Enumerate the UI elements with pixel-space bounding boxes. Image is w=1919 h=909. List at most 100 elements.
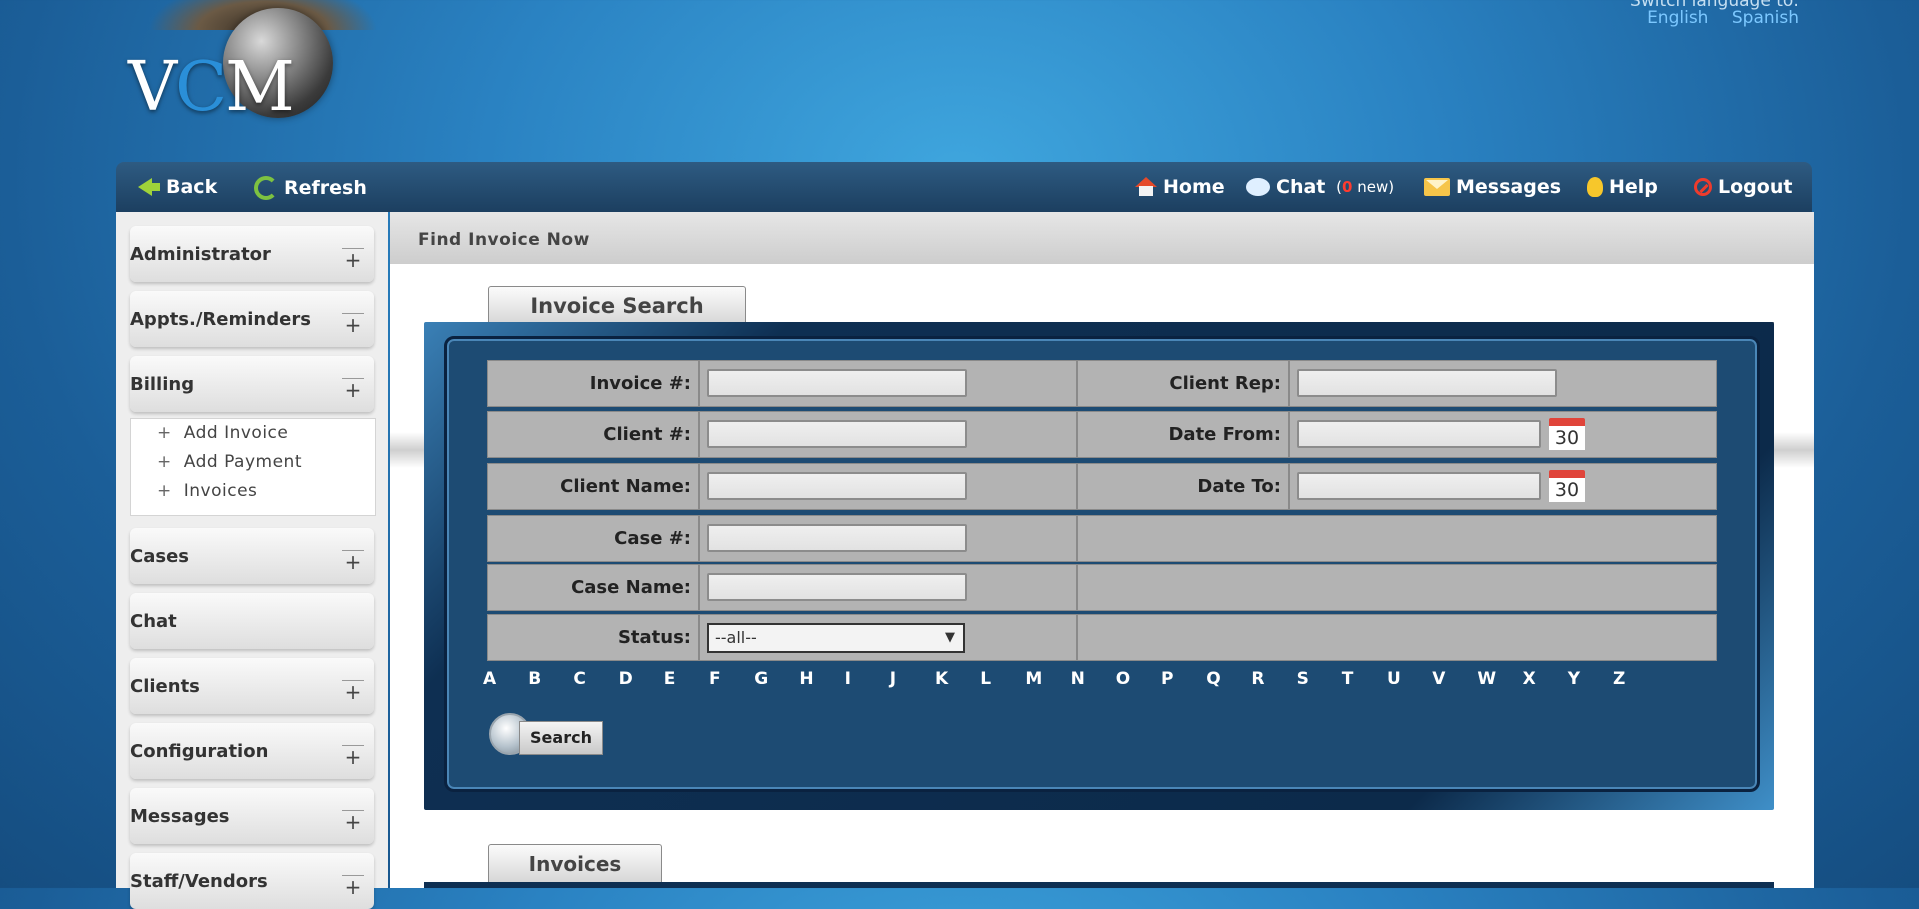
search-button[interactable]: Search: [489, 713, 609, 757]
alpha-link-g[interactable]: G: [754, 669, 768, 689]
form-row: Client #: Date From: 30: [487, 411, 1725, 459]
chat-new-count: (0 new): [1331, 178, 1395, 196]
alpha-link-l[interactable]: L: [980, 669, 991, 689]
date-from-input[interactable]: [1297, 420, 1541, 448]
status-select[interactable]: --all-- ▼: [707, 623, 965, 653]
submenu-add-payment[interactable]: + Add Payment: [157, 448, 401, 477]
label-cell: Invoice #:: [487, 360, 699, 407]
logout-icon: [1694, 178, 1712, 196]
alpha-link-n[interactable]: N: [1071, 669, 1085, 689]
invoices-header-bar: [424, 882, 1774, 888]
sidebar-item-configuration[interactable]: Configuration +: [130, 723, 374, 779]
search-form-frame: Invoice #: Client Rep: Client #: Date Fr…: [424, 322, 1774, 810]
expand-plus-icon[interactable]: +: [342, 378, 364, 401]
sidebar-item-label: Messages: [130, 806, 230, 827]
alpha-link-b[interactable]: B: [528, 669, 541, 689]
help-label: Help: [1609, 176, 1658, 198]
messages-label: Messages: [1456, 176, 1562, 198]
tab-invoice-search[interactable]: Invoice Search: [488, 286, 746, 325]
page-title-bar: Find Invoice Now: [390, 212, 1814, 264]
label-cell: Status:: [487, 614, 699, 661]
alpha-link-h[interactable]: H: [799, 669, 813, 689]
submenu-add-invoice[interactable]: + Add Invoice: [157, 419, 401, 448]
alpha-link-f[interactable]: F: [709, 669, 721, 689]
alpha-link-x[interactable]: X: [1523, 669, 1536, 689]
sidebar-item-messages[interactable]: Messages +: [130, 788, 374, 844]
alpha-link-v[interactable]: V: [1432, 669, 1445, 689]
input-cell: [699, 463, 1077, 510]
expand-plus-icon[interactable]: +: [342, 875, 364, 898]
help-link[interactable]: Help: [1587, 176, 1658, 198]
language-switch: Switch language to: English Spanish: [1629, 0, 1799, 28]
form-row: Status: --all-- ▼: [487, 614, 1725, 662]
case-number-input[interactable]: [707, 524, 967, 552]
main-panel: Find Invoice Now Invoice Search Invoice …: [390, 212, 1814, 888]
alpha-link-z[interactable]: Z: [1613, 669, 1625, 689]
case-name-label: Case Name:: [571, 577, 691, 598]
sidebar: Administrator + Appts./Reminders + Billi…: [116, 212, 388, 909]
vcm-logo: VCM: [128, 0, 378, 127]
empty-cell: [1077, 564, 1717, 611]
sidebar-item-clients[interactable]: Clients +: [130, 658, 374, 714]
submenu-invoices[interactable]: + Invoices: [157, 477, 401, 506]
sidebar-item-billing[interactable]: Billing +: [130, 356, 374, 412]
page-title: Find Invoice Now: [418, 230, 590, 250]
client-number-label: Client #:: [603, 424, 691, 445]
input-cell: --all-- ▼: [699, 614, 1077, 661]
logout-link[interactable]: Logout: [1694, 176, 1792, 198]
expand-plus-icon[interactable]: +: [342, 810, 364, 833]
tab-invoices[interactable]: Invoices: [488, 844, 662, 883]
alpha-link-u[interactable]: U: [1387, 669, 1401, 689]
calendar-icon[interactable]: 30: [1549, 470, 1585, 504]
home-link[interactable]: Home: [1135, 176, 1225, 198]
client-number-input[interactable]: [707, 420, 967, 448]
alpha-link-a[interactable]: A: [483, 669, 496, 689]
language-spanish-link[interactable]: Spanish: [1732, 8, 1799, 28]
alpha-link-e[interactable]: E: [664, 669, 676, 689]
label-cell: Date From:: [1077, 411, 1289, 458]
alpha-link-d[interactable]: D: [619, 669, 633, 689]
client-rep-input[interactable]: [1297, 369, 1557, 397]
alpha-link-w[interactable]: W: [1477, 669, 1496, 689]
sidebar-item-cases[interactable]: Cases +: [130, 528, 374, 584]
sidebar-item-staff-vendors[interactable]: Staff/Vendors +: [130, 853, 374, 909]
alpha-link-c[interactable]: C: [573, 669, 585, 689]
form-row: Case Name:: [487, 564, 1725, 612]
back-arrow-icon: [138, 178, 160, 196]
sidebar-item-label: Configuration: [130, 741, 269, 762]
date-to-label: Date To:: [1197, 476, 1281, 497]
sidebar-item-label: Clients: [130, 676, 200, 697]
expand-plus-icon[interactable]: +: [342, 248, 364, 271]
alpha-link-p[interactable]: P: [1161, 669, 1173, 689]
back-button[interactable]: Back: [138, 176, 217, 198]
sidebar-item-chat[interactable]: Chat: [130, 593, 374, 649]
sidebar-item-appts-reminders[interactable]: Appts./Reminders +: [130, 291, 374, 347]
date-to-input[interactable]: [1297, 472, 1541, 500]
alpha-link-q[interactable]: Q: [1206, 669, 1220, 689]
alpha-link-m[interactable]: M: [1025, 669, 1042, 689]
alpha-link-t[interactable]: T: [1342, 669, 1354, 689]
calendar-icon[interactable]: 30: [1549, 418, 1585, 452]
alpha-link-i[interactable]: I: [845, 669, 851, 689]
alpha-link-r[interactable]: R: [1251, 669, 1264, 689]
label-cell: Client Name:: [487, 463, 699, 510]
sidebar-item-administrator[interactable]: Administrator +: [130, 226, 374, 282]
messages-link[interactable]: Messages: [1424, 176, 1561, 198]
alpha-link-y[interactable]: Y: [1568, 669, 1580, 689]
alpha-link-j[interactable]: J: [890, 669, 896, 689]
expand-plus-icon[interactable]: +: [342, 550, 364, 573]
alpha-link-s[interactable]: S: [1297, 669, 1309, 689]
empty-cell: [1077, 515, 1717, 562]
alpha-link-o[interactable]: O: [1116, 669, 1130, 689]
refresh-button[interactable]: Refresh: [254, 176, 367, 200]
chat-link[interactable]: Chat (0 new): [1246, 176, 1394, 198]
case-name-input[interactable]: [707, 573, 967, 601]
expand-plus-icon[interactable]: +: [342, 745, 364, 768]
alpha-link-k[interactable]: K: [935, 669, 948, 689]
expand-plus-icon[interactable]: +: [342, 313, 364, 336]
expand-plus-icon[interactable]: +: [342, 680, 364, 703]
language-english-link[interactable]: English: [1647, 8, 1708, 28]
label-cell: Client Rep:: [1077, 360, 1289, 407]
client-name-input[interactable]: [707, 472, 967, 500]
invoice-number-input[interactable]: [707, 369, 967, 397]
